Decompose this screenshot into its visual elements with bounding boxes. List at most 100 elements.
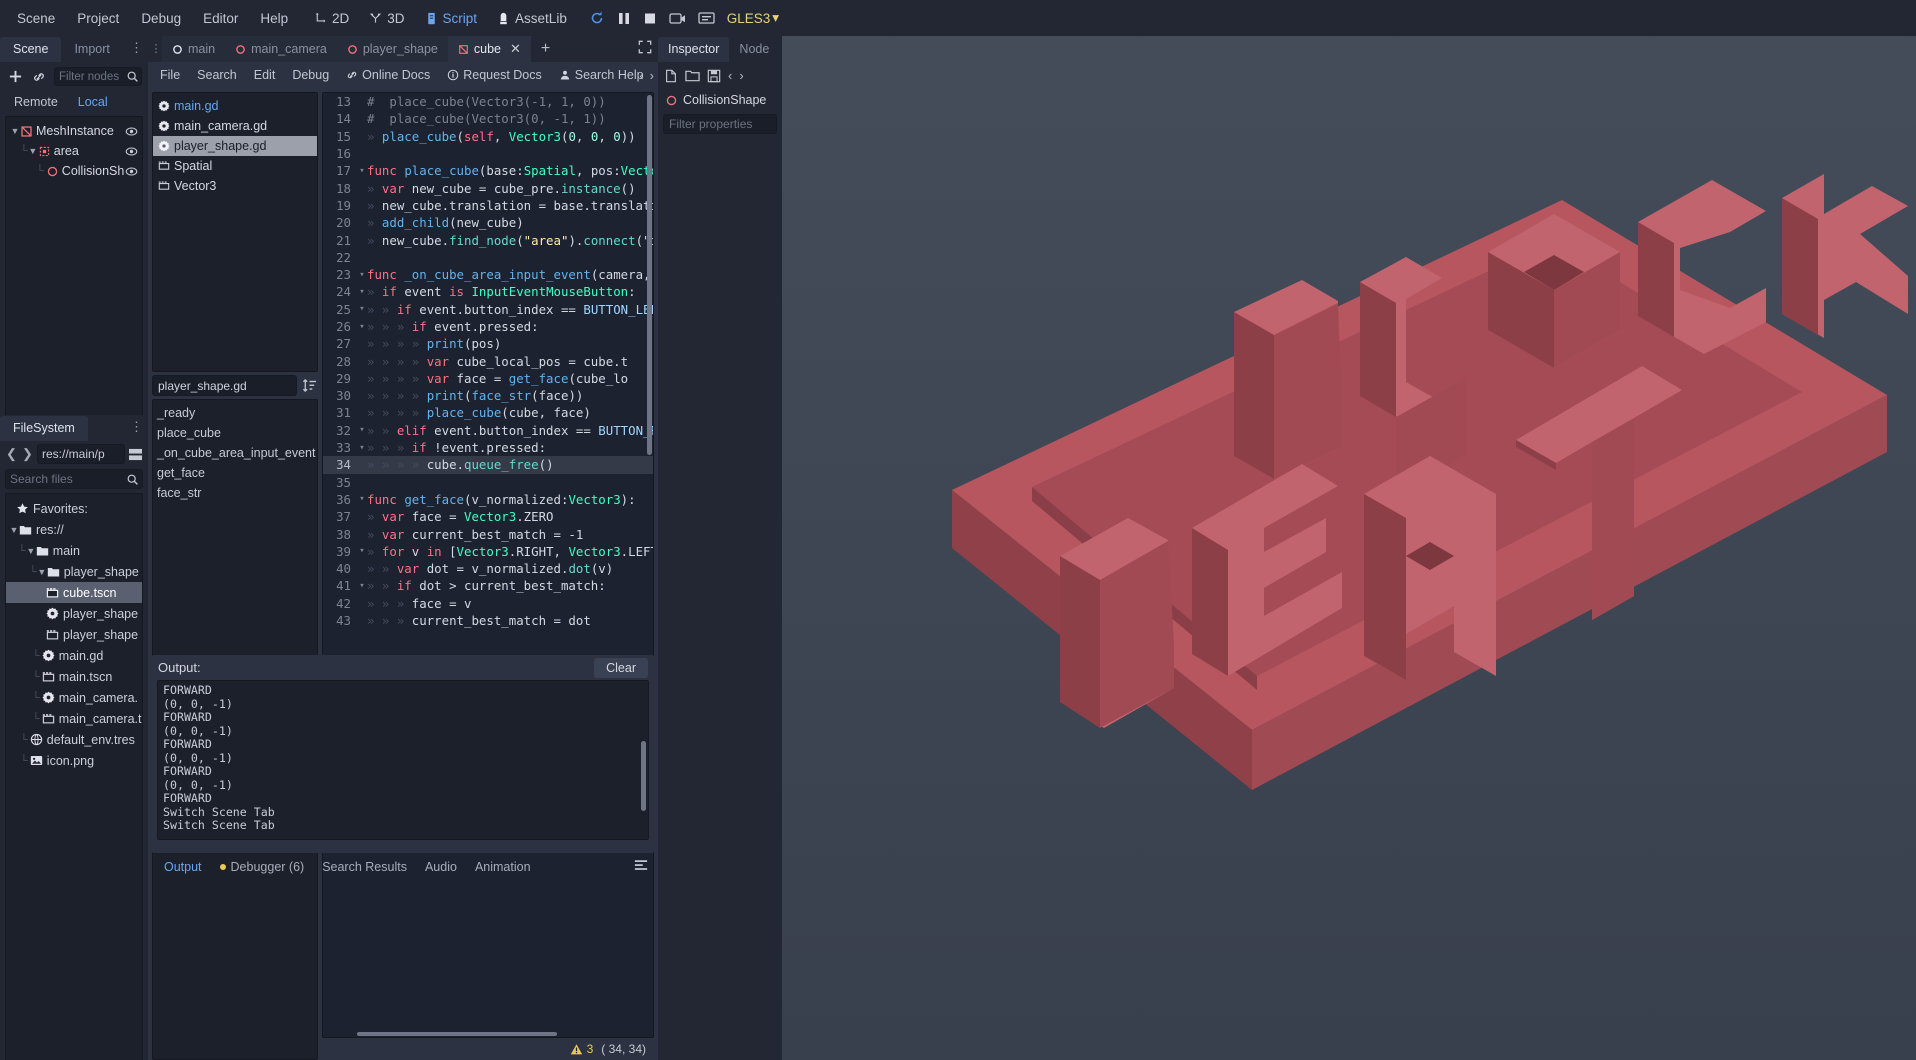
code-line[interactable]: 19 » new_cube.translation = base.translat…	[323, 197, 653, 214]
expand-editor-button[interactable]	[638, 40, 652, 57]
pause-icon[interactable]	[617, 11, 631, 26]
tab-import[interactable]: Import	[61, 37, 122, 62]
new-resource-icon[interactable]	[664, 69, 678, 83]
code-line[interactable]: 29 » » » » var face = get_face(cube_lo	[323, 370, 653, 387]
fold-toggle-icon[interactable]: ▾	[357, 494, 367, 504]
camera-icon[interactable]	[669, 11, 686, 26]
fold-toggle-icon[interactable]: ▾	[357, 287, 367, 297]
script-menu-search[interactable]: Search	[189, 64, 245, 86]
member-item[interactable]: face_str	[153, 483, 317, 503]
3d-viewport[interactable]	[782, 0, 1916, 1060]
script-menu-online-docs[interactable]: Online Docs	[338, 64, 438, 86]
remote-debug-icon[interactable]	[698, 11, 715, 26]
file-row-main-folder[interactable]: └ ▼ main	[6, 540, 142, 561]
code-line[interactable]: 34 » » » » cube.queue_free()	[323, 456, 653, 474]
fold-toggle-icon[interactable]: ▾	[357, 304, 367, 314]
chevron-down-icon[interactable]: ▼	[37, 567, 47, 577]
file-row-icon-png[interactable]: └ icon.png	[6, 750, 142, 771]
chevron-down-icon[interactable]: ▼	[26, 546, 36, 556]
code-line[interactable]: 38 » var current_best_match = -1	[323, 525, 653, 542]
scene-node-meshinstance[interactable]: ▼ MeshInstance	[6, 121, 142, 141]
fold-toggle-icon[interactable]: ▾	[357, 425, 367, 435]
fold-toggle-icon[interactable]: ▾	[357, 546, 367, 556]
bottom-tab-animation[interactable]: Animation	[467, 857, 539, 877]
scene-node-area[interactable]: └ ▼ area	[6, 141, 142, 161]
clear-output-button[interactable]: Clear	[594, 657, 648, 678]
tab-node[interactable]: Node	[729, 37, 779, 62]
scene-dock-menu-button[interactable]: ⋮	[130, 40, 143, 56]
filesystem-menu-button[interactable]: ⋮	[130, 419, 143, 435]
code-line[interactable]: 31 » » » » place_cube(cube, face)	[323, 404, 653, 421]
file-row-player-shape-gd[interactable]: player_shape	[6, 603, 142, 624]
script-menu-request-docs[interactable]: Request Docs	[439, 64, 550, 86]
script-tab-main-camera[interactable]: main_camera	[225, 36, 337, 62]
mode-script-button[interactable]: Script	[416, 7, 487, 30]
toggle-split-mode-icon[interactable]	[128, 448, 143, 461]
fold-toggle-icon[interactable]: ▾	[357, 443, 367, 453]
code-line[interactable]: 20 » add_child(new_cube)	[323, 214, 653, 231]
bottom-tab-debugger[interactable]: Debugger (6)	[212, 857, 313, 877]
chevron-down-icon[interactable]: ▼	[9, 525, 19, 535]
search-files-input[interactable]: Search files	[5, 469, 143, 489]
bottom-tab-search-results[interactable]: Search Results	[314, 857, 415, 877]
script-menu-search-help[interactable]: Search Help	[551, 64, 652, 86]
visibility-eye-icon[interactable]	[125, 165, 138, 178]
nav-prev-button[interactable]: ‹	[639, 68, 643, 83]
script-tab-player-shape[interactable]: player_shape	[336, 36, 448, 62]
file-row-cube-tscn[interactable]: cube.tscn	[6, 582, 142, 603]
tab-filesystem[interactable]: FileSystem	[0, 415, 88, 441]
code-line[interactable]: 22	[323, 249, 653, 266]
output-scrollbar[interactable]	[641, 741, 646, 811]
fold-toggle-icon[interactable]: ▾	[357, 166, 367, 176]
file-row-res-root[interactable]: ▼ res://	[6, 519, 142, 540]
code-line[interactable]: 14 # place_cube(Vector3(0, -1, 1))	[323, 110, 653, 127]
bottom-layout-button[interactable]	[634, 859, 654, 875]
nav-next-button[interactable]: ›	[650, 68, 654, 83]
instance-scene-button[interactable]	[30, 68, 48, 86]
code-line[interactable]: 41 ▾» » if dot > current_best_match:	[323, 577, 653, 594]
bottom-tab-audio[interactable]: Audio	[417, 857, 465, 877]
code-line[interactable]: 15» place_cube(self, Vector3(0, 0, 0))	[323, 128, 653, 145]
menu-scene[interactable]: Scene	[6, 6, 66, 31]
code-line[interactable]: 43 » » » current_best_match = dot	[323, 612, 653, 629]
menu-help[interactable]: Help	[249, 6, 299, 31]
chevron-down-icon[interactable]: ▼	[10, 126, 20, 136]
code-horizontal-scrollbar[interactable]	[357, 1032, 557, 1036]
script-list-item-vector3[interactable]: Vector3	[153, 176, 317, 196]
add-node-button[interactable]	[6, 68, 24, 86]
fold-toggle-icon[interactable]: ▾	[357, 322, 367, 332]
script-tab-cube[interactable]: cube ✕	[447, 36, 531, 62]
code-line[interactable]: 36 ▾ func get_face(v_normalized:Vector3):	[323, 491, 653, 508]
renderer-selector[interactable]: GLES3 ▾	[727, 10, 779, 26]
code-line[interactable]: 33 ▾» » » if !event.pressed:	[323, 439, 653, 456]
filter-properties-input[interactable]: Filter properties	[663, 114, 777, 134]
tab-list-button[interactable]: ⋮	[150, 43, 162, 54]
file-row-default-env[interactable]: └ default_env.tres	[6, 729, 142, 750]
tab-scene[interactable]: Scene	[0, 36, 62, 62]
script-menu-file[interactable]: File	[152, 64, 188, 86]
open-scripts-list[interactable]: main.gd main_camera.gd player_shape.gd S…	[152, 92, 318, 372]
bottom-tab-output[interactable]: Output	[156, 857, 210, 877]
output-log-text[interactable]: FORWARD (0, 0, -1) FORWARD (0, 0, -1) FO…	[157, 680, 649, 840]
code-line[interactable]: 17 ▾ func place_cube(base:Spatial, pos:Vec…	[323, 162, 653, 179]
code-line[interactable]: 42 » » » face = v	[323, 595, 653, 612]
save-resource-icon[interactable]	[707, 69, 721, 83]
reload-icon[interactable]	[589, 10, 605, 26]
fold-toggle-icon[interactable]: ▾	[357, 581, 367, 591]
new-script-tab-button[interactable]: +	[531, 40, 560, 58]
code-line[interactable]: 16	[323, 145, 653, 162]
menu-editor[interactable]: Editor	[192, 6, 249, 31]
code-line[interactable]: 32 ▾» » elif event.button_index == BUTTON…	[323, 422, 653, 439]
code-line[interactable]: 26 ▾» » » if event.pressed:	[323, 318, 653, 335]
visibility-eye-icon[interactable]	[125, 145, 138, 158]
nav-forward-button[interactable]: ❯	[21, 446, 34, 462]
script-menu-debug[interactable]: Debug	[284, 64, 337, 86]
nav-back-button[interactable]: ❮	[5, 446, 18, 462]
warning-indicator[interactable]: 3	[570, 1042, 593, 1056]
member-item[interactable]: get_face	[153, 463, 317, 483]
local-tab[interactable]: Local	[70, 93, 116, 111]
file-row-main-tscn[interactable]: └ main.tscn	[6, 666, 142, 687]
stop-icon[interactable]	[643, 11, 657, 26]
code-line[interactable]: 24 ▾» if event is InputEventMouseButton:	[323, 283, 653, 300]
tab-inspector[interactable]: Inspector	[658, 36, 730, 62]
